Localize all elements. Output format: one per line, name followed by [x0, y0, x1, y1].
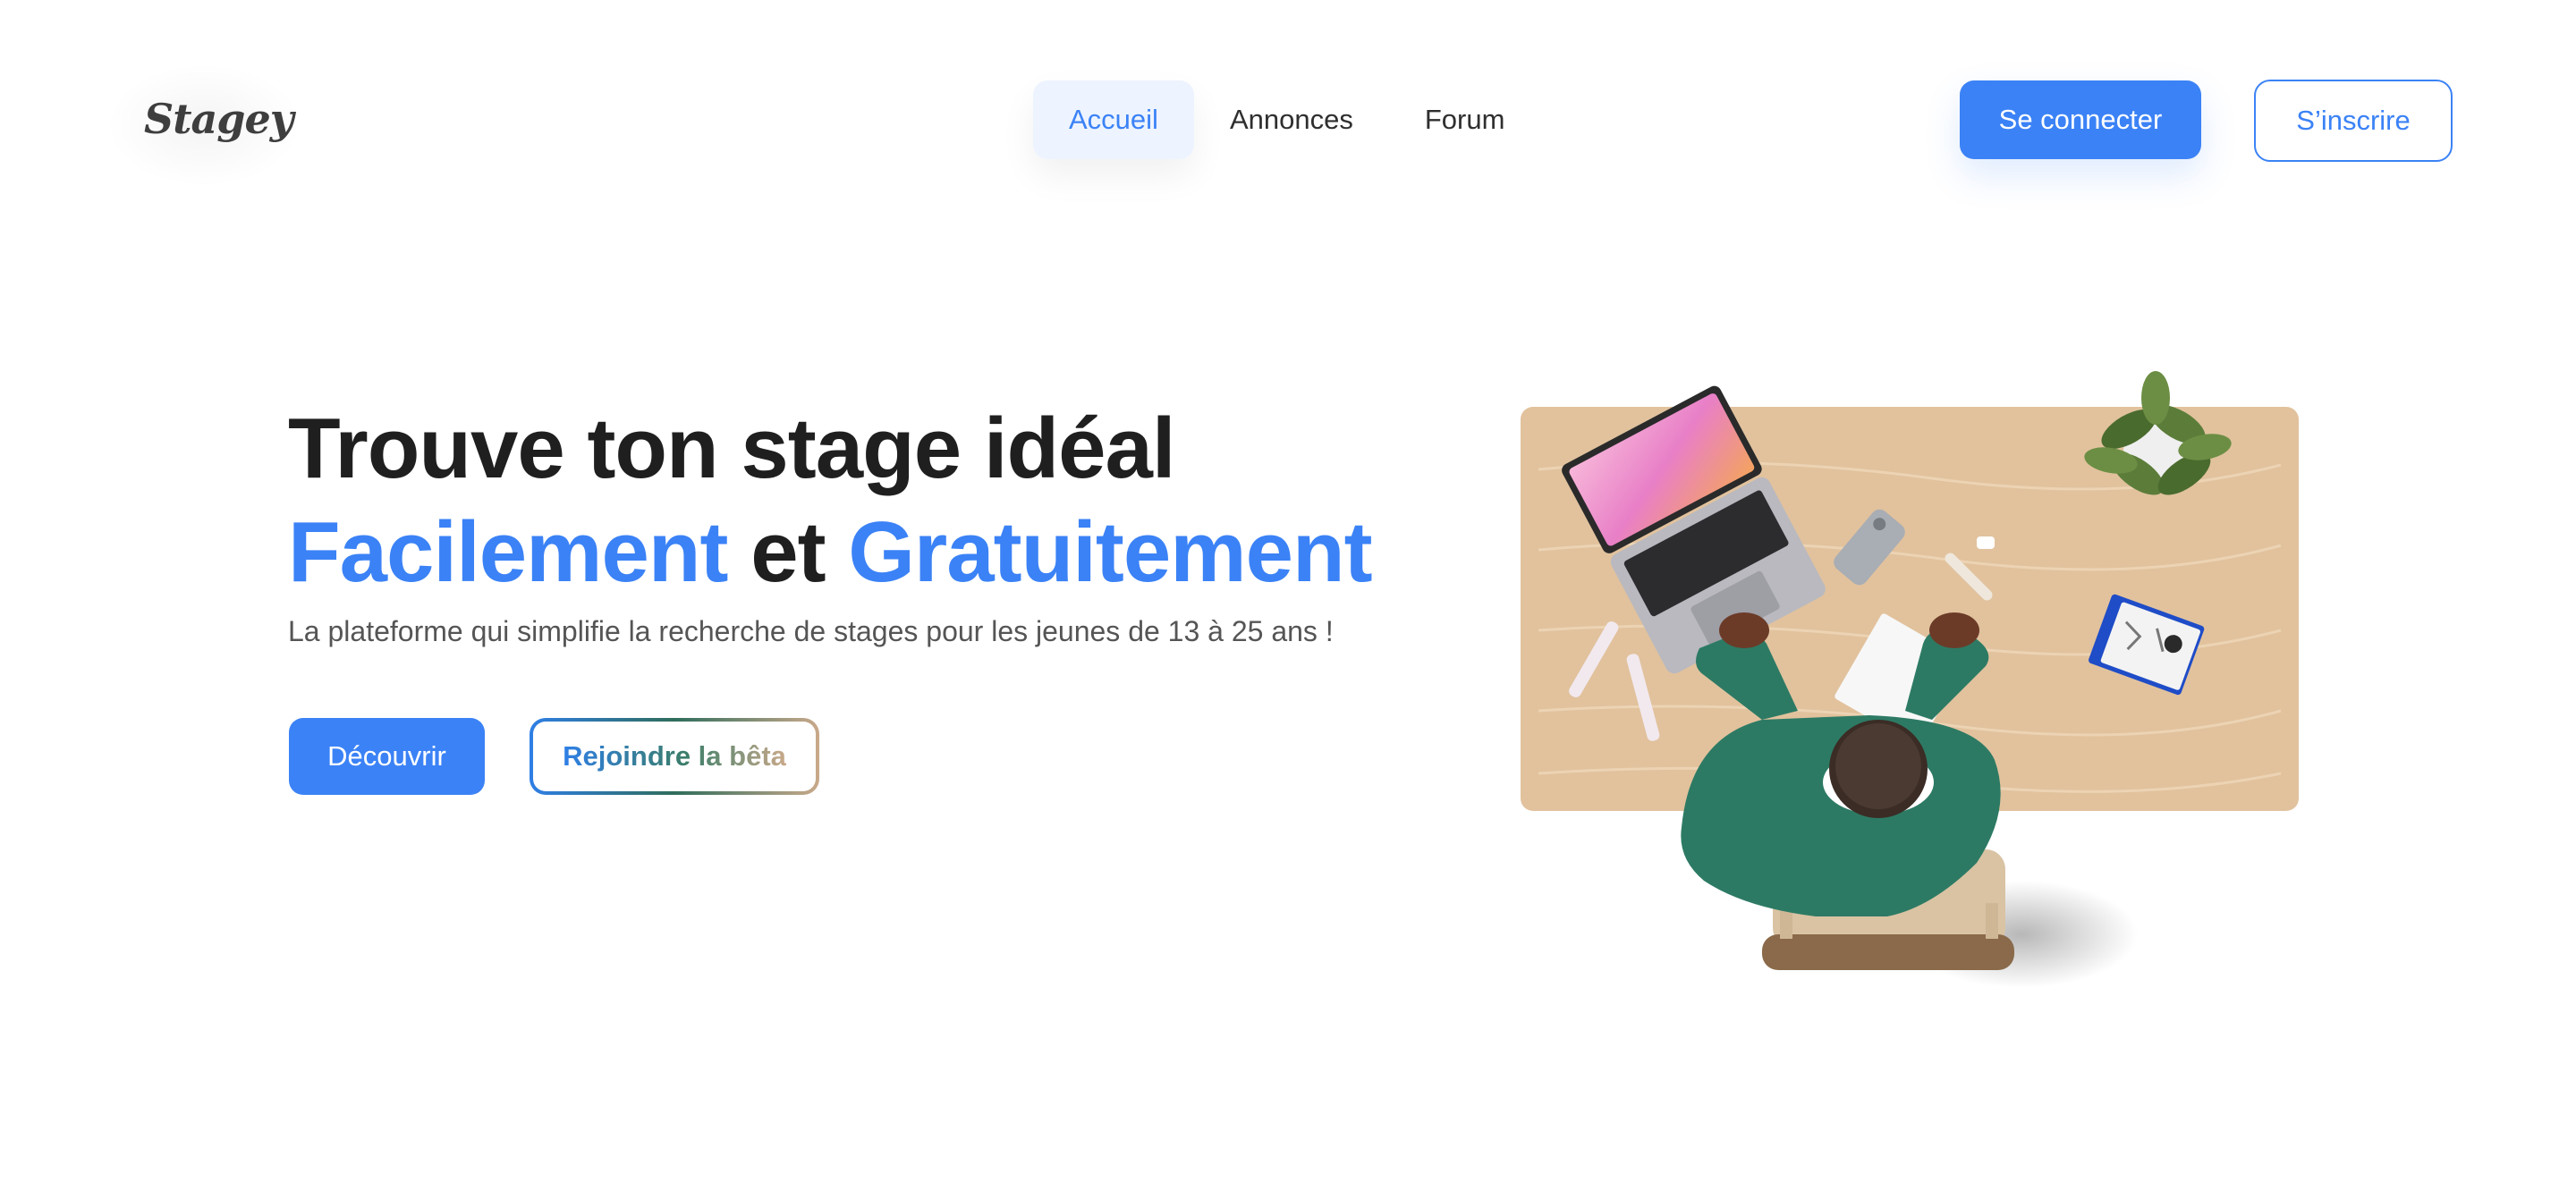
eraser — [1977, 536, 1995, 549]
main-nav: Accueil Annonces Forum — [1033, 80, 1540, 159]
logo[interactable]: Stagey — [144, 95, 293, 143]
join-beta-label: Rejoindre la bêta — [563, 740, 786, 772]
signup-button[interactable]: S’inscrire — [2254, 80, 2453, 162]
nav-item-accueil[interactable]: Accueil — [1033, 80, 1194, 159]
discover-button[interactable]: Découvrir — [289, 718, 485, 795]
hero-title-line1: Trouve ton stage idéal — [288, 401, 1176, 496]
hero-title-and: et — [750, 504, 826, 600]
login-button[interactable]: Se connecter — [1960, 80, 2201, 159]
hero-title-word1: Facilement — [288, 504, 729, 600]
hero-title: Trouve ton stage idéal Facilement et Gra… — [288, 397, 1373, 604]
hero-illustration — [1521, 371, 2299, 988]
hero-title-word2: Gratuitement — [848, 504, 1372, 600]
nav-item-annonces[interactable]: Annonces — [1194, 80, 1389, 159]
join-beta-button[interactable]: Rejoindre la bêta — [530, 718, 819, 795]
nav-item-forum[interactable]: Forum — [1389, 80, 1541, 159]
hero-subtitle: La plateforme qui simplifie la recherche… — [288, 615, 1334, 647]
